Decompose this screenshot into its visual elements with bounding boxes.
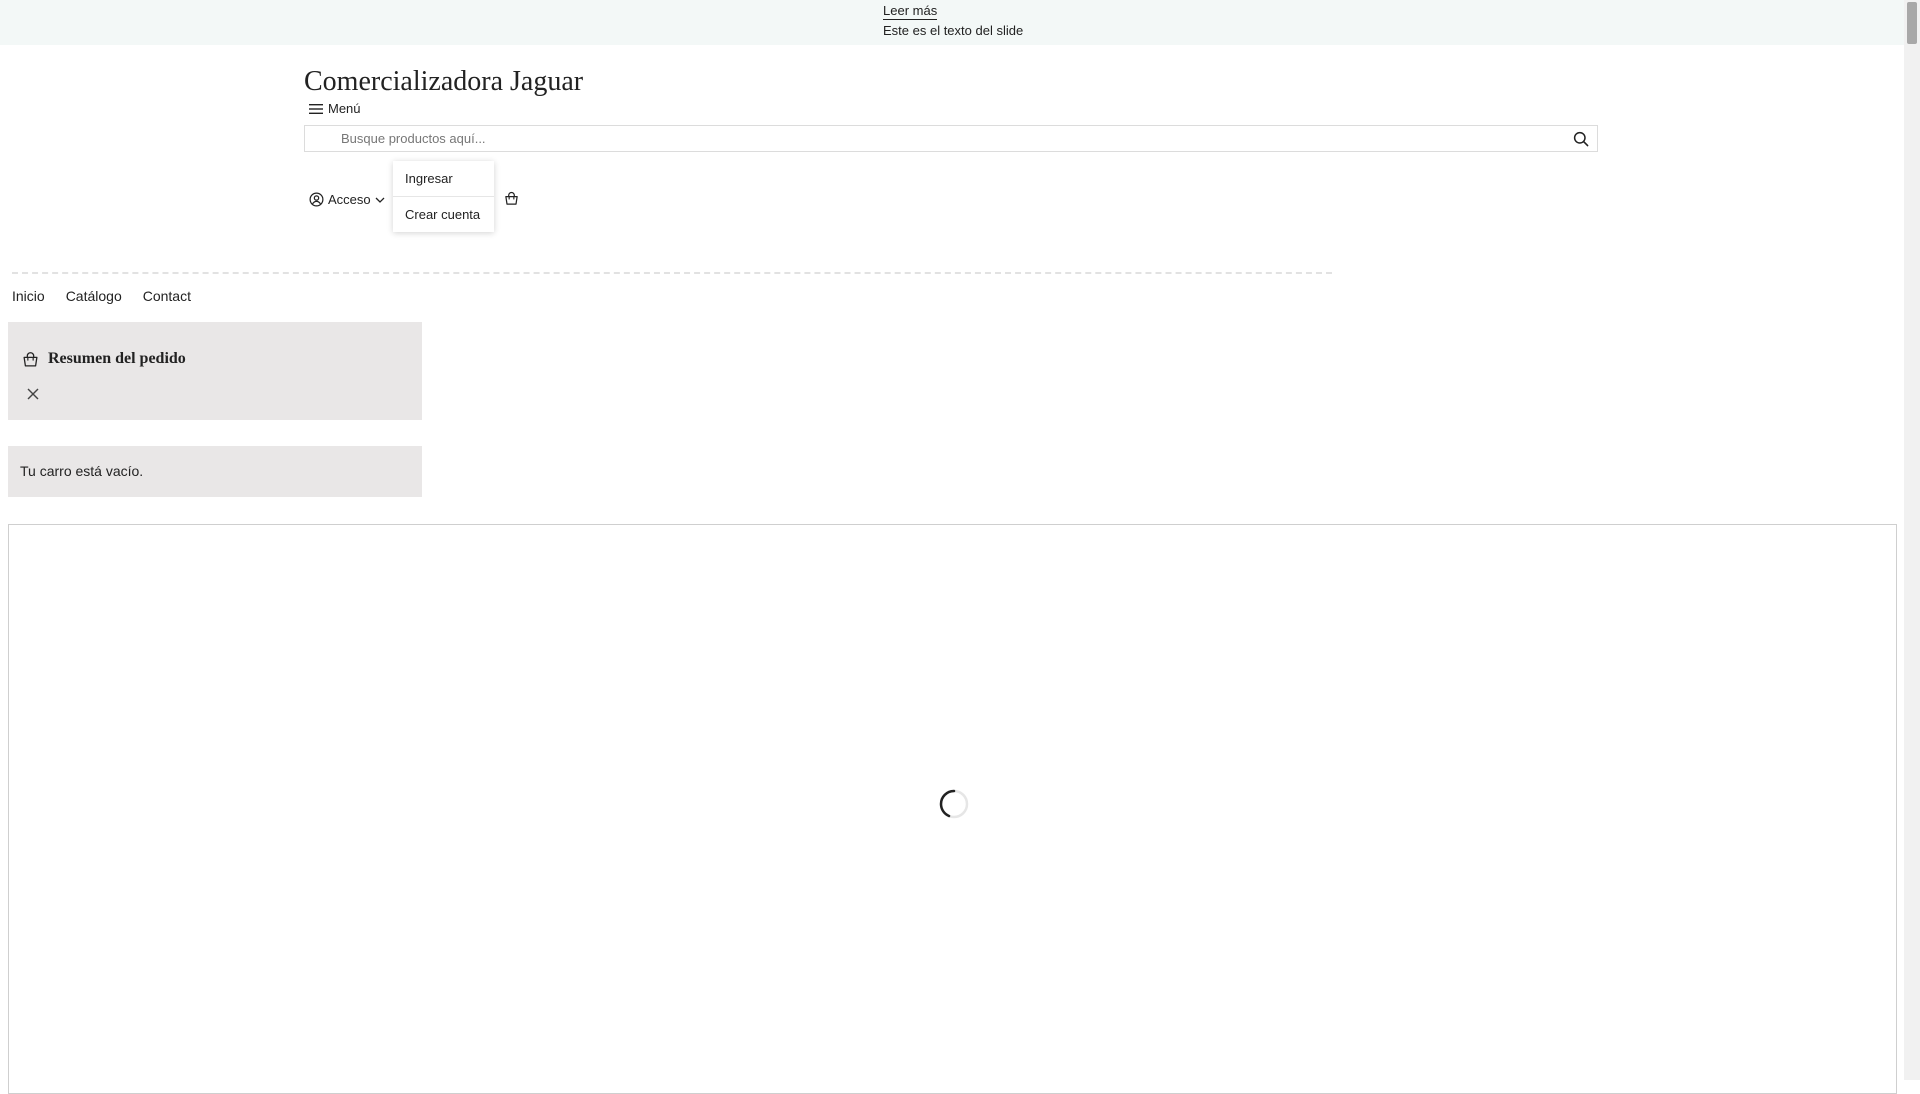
cart-button[interactable] [504,191,520,207]
scrollbar-thumb[interactable] [1907,2,1917,44]
order-summary-panel: Resumen del pedido [8,322,422,420]
hamburger-icon [309,103,323,114]
close-summary-button[interactable] [25,386,41,402]
user-circle-icon [309,192,324,207]
shopping-bag-icon [505,191,518,205]
chevron-down-icon [375,197,385,203]
nav-item-catalogo[interactable]: Catálogo [66,288,122,304]
search-bar [304,125,1598,152]
account-button[interactable]: Acceso [309,192,385,207]
menu-button[interactable]: Menú [309,101,361,116]
store-title[interactable]: Comercializadora Jaguar [304,66,583,98]
create-account-option[interactable]: Crear cuenta [393,196,494,232]
header-divider [12,272,1332,274]
search-button[interactable] [1573,131,1589,147]
magnifier-icon [1573,131,1589,147]
read-more-link[interactable]: Leer más [883,3,938,20]
main-nav: Inicio Catálogo Contact [12,288,212,304]
nav-item-contact[interactable]: Contact [143,288,191,304]
announcement-bar: Leer más Este es el texto del slide [0,0,1904,45]
close-icon [27,388,39,400]
embedded-content-frame[interactable] [8,524,1897,1094]
account-label: Acceso [328,192,371,207]
search-input[interactable] [341,126,1541,151]
account-dropdown: Ingresar Crear cuenta [393,161,494,232]
page-scrollbar[interactable] [1904,0,1920,1080]
shopping-bag-icon [23,351,38,367]
login-option[interactable]: Ingresar [393,161,494,196]
order-summary-title: Resumen del pedido [48,350,186,367]
order-summary-header: Resumen del pedido [22,350,186,368]
spinner-icon [939,789,969,819]
nav-item-inicio[interactable]: Inicio [12,288,45,304]
cart-empty-message: Tu carro está vacío. [8,446,422,497]
menu-label: Menú [328,101,361,116]
slide-text: Este es el texto del slide [883,23,1024,38]
